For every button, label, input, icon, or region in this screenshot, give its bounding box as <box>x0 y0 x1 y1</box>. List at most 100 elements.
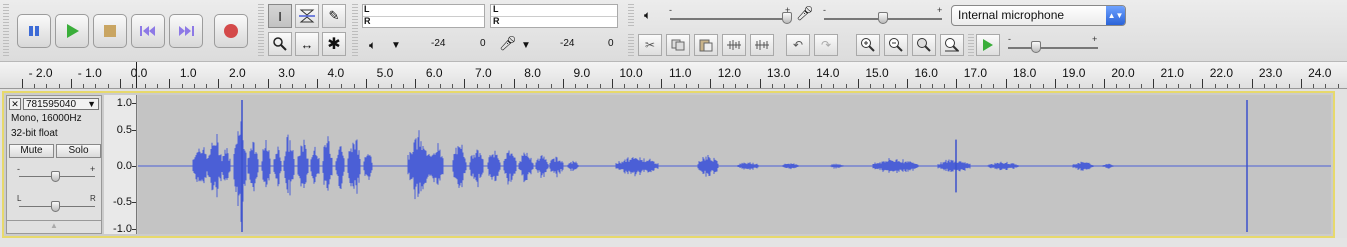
ruler-minor-tick <box>1276 84 1277 88</box>
trim-icon <box>727 40 741 50</box>
record-meter[interactable] <box>490 4 618 28</box>
ruler-major-tick <box>858 79 859 88</box>
mixer-grip[interactable] <box>628 4 634 28</box>
output-volume-icon: 🔈︎ <box>644 8 652 22</box>
amplitude-ruler: 1.0 0.5 0.0 -0.5 -1.0 <box>104 95 137 235</box>
audio-track[interactable]: ✕ 781595040 ▼ Mono, 16000Hz 32-bit float… <box>2 91 1335 238</box>
ruler-minor-tick <box>1043 84 1044 88</box>
record-button[interactable] <box>214 14 248 48</box>
ruler-major-tick <box>1006 79 1007 88</box>
ruler-minor-tick <box>477 84 478 88</box>
ruler-minor-tick <box>132 84 133 88</box>
playback-tick-minus24: -24 <box>431 38 446 49</box>
play-at-speed-button[interactable] <box>976 34 1000 56</box>
multi-tool[interactable]: ✱ <box>322 32 346 56</box>
gain-slider-knob[interactable] <box>51 171 60 182</box>
ruler-minor-tick <box>1030 84 1031 88</box>
ruler-label: 17.0 <box>963 66 988 80</box>
ruler-label: 22.0 <box>1209 66 1234 80</box>
ruler-minor-tick <box>194 84 195 88</box>
timeline-ruler[interactable]: - 2.0 - 1.0 0.0 1.0 2.0 3.0 4.0 5.0 6.0 7.0 8.0 9.0… <box>0 62 1347 89</box>
chevron-updown-icon: ▲▼ <box>1106 6 1125 25</box>
ruler-minor-tick <box>526 84 527 88</box>
input-volume-knob[interactable] <box>878 12 888 24</box>
playback-meter[interactable] <box>362 4 485 28</box>
ruler-minor-tick <box>83 84 84 88</box>
playback-meter-dropdown-icon[interactable]: ▼ <box>391 40 401 51</box>
ruler-minor-tick <box>1166 84 1167 88</box>
stop-button[interactable] <box>93 14 127 48</box>
mute-button[interactable]: Mute <box>9 144 54 158</box>
ruler-minor-tick <box>1190 84 1191 88</box>
ruler-minor-tick <box>501 84 502 88</box>
stop-icon <box>104 25 116 37</box>
input-slider-plus: + <box>937 5 943 15</box>
microphone-icon: 🎤︎ <box>499 35 517 51</box>
ruler-minor-tick <box>440 84 441 88</box>
envelope-tool[interactable] <box>295 4 319 28</box>
edit-grip[interactable] <box>628 34 634 58</box>
ruler-major-tick <box>317 79 318 88</box>
ruler-major-tick <box>366 79 367 88</box>
ruler-label: 11.0 <box>668 66 692 80</box>
play-button[interactable] <box>55 14 89 48</box>
track-close-button[interactable]: ✕ <box>9 98 21 110</box>
input-device-select[interactable]: Internal microphone ▲▼ <box>951 5 1126 26</box>
collapse-track-button[interactable]: ▲ <box>7 220 101 233</box>
meter-grip[interactable] <box>352 4 358 56</box>
trim-button[interactable] <box>722 34 746 56</box>
scissors-icon: ✂ <box>644 38 656 52</box>
record-icon <box>224 24 238 38</box>
ruler-minor-tick <box>797 84 798 88</box>
selection-tool[interactable]: I <box>268 4 292 28</box>
speed-grip[interactable] <box>968 34 974 58</box>
cut-button[interactable]: ✂ <box>638 34 662 56</box>
ruler-major-tick <box>464 79 465 88</box>
record-meter-right-label: R <box>493 16 500 26</box>
zoom-icon <box>273 37 287 51</box>
ruler-minor-tick <box>231 84 232 88</box>
track-name-menu[interactable]: 781595040 ▼ <box>23 98 99 110</box>
pause-button[interactable] <box>17 14 51 48</box>
silence-button[interactable] <box>750 34 774 56</box>
output-volume-slider[interactable] <box>670 18 790 20</box>
zoom-tool[interactable] <box>268 32 292 56</box>
skip-start-button[interactable] <box>131 14 165 48</box>
timeshift-tool[interactable]: ↔ <box>295 32 319 56</box>
fit-project-button[interactable] <box>940 34 964 56</box>
undo-icon: ↶ <box>792 38 804 52</box>
skip-end-button[interactable] <box>169 14 203 48</box>
solo-button[interactable]: Solo <box>56 144 101 158</box>
copy-button[interactable] <box>666 34 690 56</box>
ruler-minor-tick <box>1018 84 1019 88</box>
record-meter-dropdown-icon[interactable]: ▼ <box>521 40 531 51</box>
playback-speed-knob[interactable] <box>1031 41 1041 53</box>
envelope-icon <box>299 9 315 23</box>
fit-selection-button[interactable] <box>912 34 936 56</box>
ruler-label: 15.0 <box>865 66 889 80</box>
play-icon <box>67 24 79 38</box>
ruler-major-tick <box>907 79 908 88</box>
output-volume-knob[interactable] <box>782 12 792 24</box>
chevron-down-icon: ▼ <box>87 99 96 109</box>
waveform-display[interactable] <box>138 95 1331 234</box>
ruler-minor-tick <box>108 84 109 88</box>
ruler-label: 14.0 <box>816 66 840 80</box>
ruler-minor-tick <box>1215 84 1216 88</box>
transport-grip[interactable] <box>3 4 9 56</box>
track-area-background[interactable] <box>0 238 1347 247</box>
ruler-label: 10.0 <box>619 66 643 80</box>
undo-button[interactable]: ↶ <box>786 34 810 56</box>
pan-slider-knob[interactable] <box>51 201 60 212</box>
zoom-out-button[interactable] <box>884 34 908 56</box>
playback-speed-slider[interactable] <box>1008 47 1098 49</box>
ruler-major-tick <box>1301 79 1302 88</box>
draw-tool[interactable]: ✎ <box>322 4 346 28</box>
tools-grip[interactable] <box>258 4 264 56</box>
redo-icon: ↷ <box>820 38 832 52</box>
close-icon: ✕ <box>11 99 19 109</box>
redo-button[interactable]: ↷ <box>814 34 838 56</box>
zoom-in-button[interactable] <box>856 34 880 56</box>
paste-button[interactable] <box>694 34 718 56</box>
ruler-minor-tick <box>1079 84 1080 88</box>
